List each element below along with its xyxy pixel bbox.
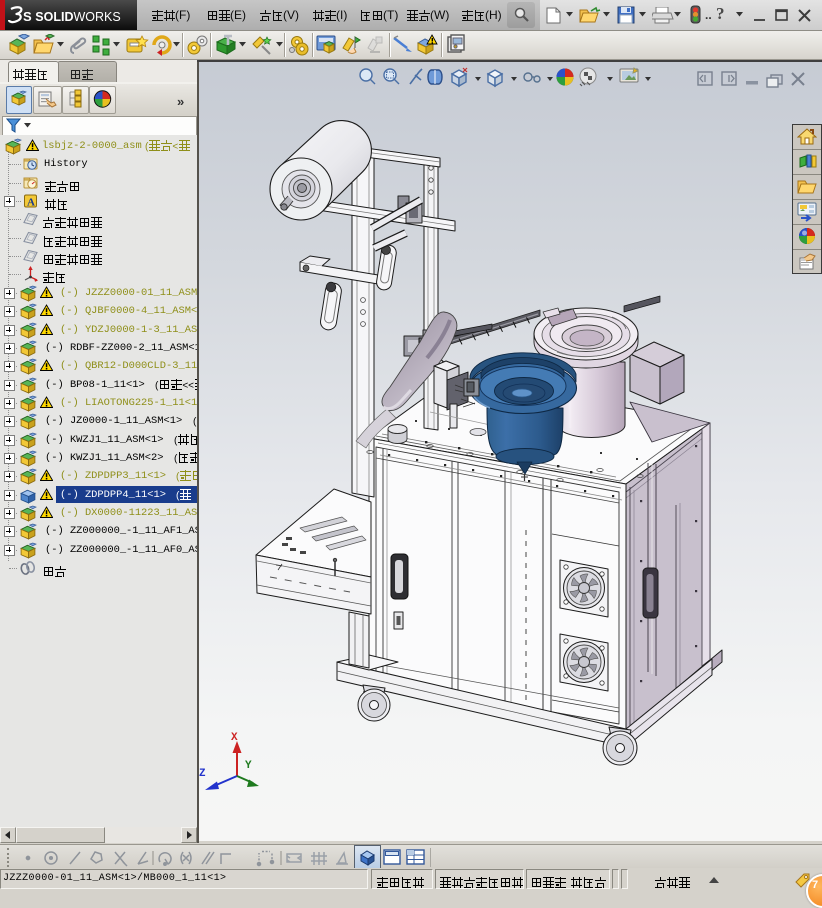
svg-text:Y: Y [245,760,252,772]
svg-text:Z: Z [199,768,206,780]
svg-text:S SOLIDWORKS: S SOLIDWORKS [23,9,121,24]
svg-text:X: X [231,732,238,744]
